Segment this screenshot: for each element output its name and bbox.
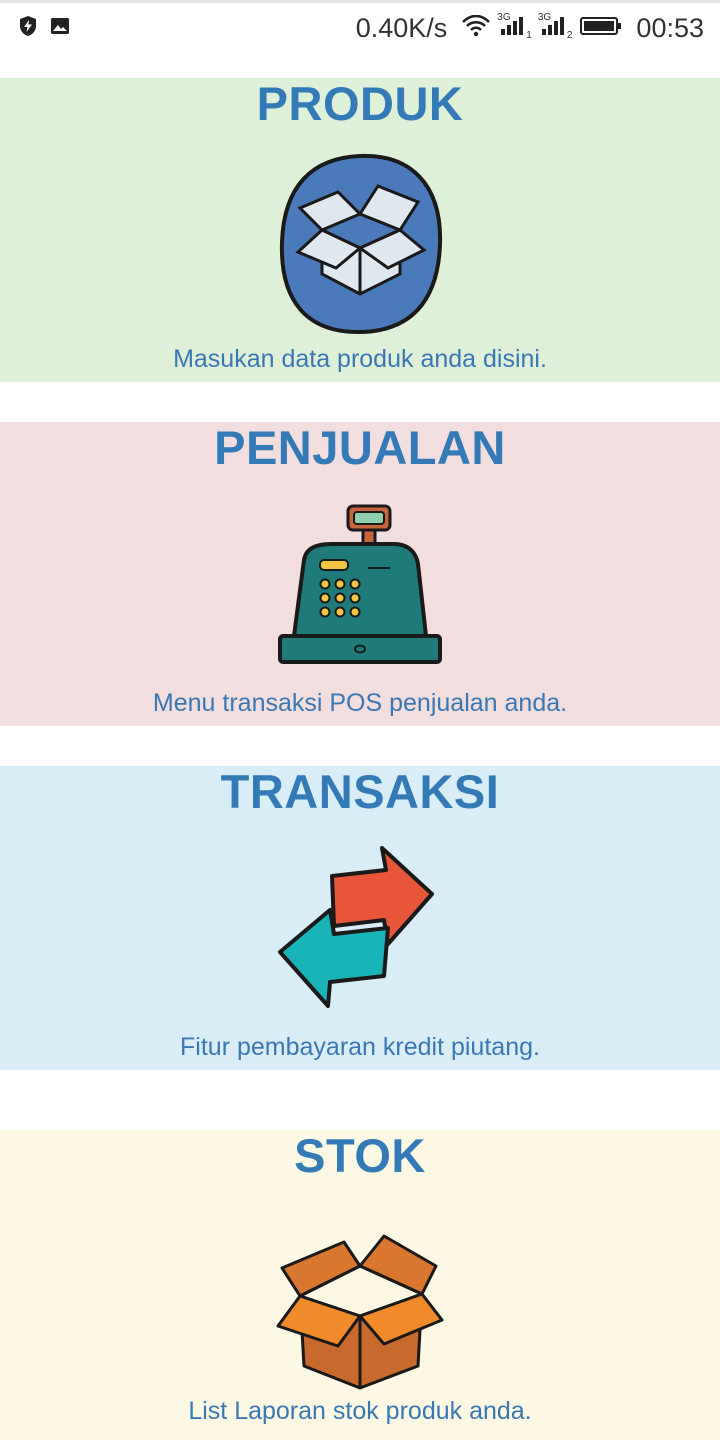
signal-sim1: 3G 1 <box>497 12 532 41</box>
card-title: TRANSAKSI <box>220 765 500 818</box>
battery-icon <box>580 16 622 41</box>
network-type-label: 3G <box>497 12 511 23</box>
wifi-icon <box>461 14 491 42</box>
shield-bolt-icon <box>18 15 38 42</box>
card-title: PENJUALAN <box>214 421 506 474</box>
status-bar-left <box>18 15 70 42</box>
card-description: Masukan data produk anda disini. <box>173 345 547 373</box>
status-bar-right: 0.40K/s 3G 1 3G 2 00:53 <box>355 12 704 44</box>
open-box-icon <box>260 144 460 344</box>
network-speed: 0.40K/s <box>355 13 448 43</box>
menu-card-penjualan[interactable]: PENJUALAN Menu transaksi POS penjualan a… <box>0 422 720 726</box>
card-description: List Laporan stok produk anda. <box>188 1397 532 1425</box>
card-description: Menu transaksi POS penjualan anda. <box>152 689 568 717</box>
cash-register-icon <box>260 488 460 688</box>
network-type-label: 3G <box>537 12 552 23</box>
status-bar: 0.40K/s 3G 1 3G 2 00:53 <box>0 0 720 54</box>
signal-sim2: 3G 2 <box>538 12 573 41</box>
card-title: STOK <box>294 1129 426 1182</box>
sim-index: 1 <box>526 30 532 41</box>
card-description: Fitur pembayaran kredit piutang. <box>180 1033 540 1061</box>
card-title: PRODUK <box>256 77 464 130</box>
clock: 00:53 <box>636 13 704 43</box>
exchange-arrows-icon <box>260 832 460 1032</box>
cardboard-box-icon <box>260 1196 460 1396</box>
menu-card-produk[interactable]: PRODUK Masukan data produk anda disini. <box>0 78 720 382</box>
menu-card-transaksi[interactable]: TRANSAKSI Fitur pembayaran kredit piutan… <box>0 766 720 1070</box>
image-icon <box>50 17 70 40</box>
menu-card-stok[interactable]: STOK List Laporan stok produk anda. <box>0 1130 720 1440</box>
sim-index: 2 <box>566 30 573 41</box>
